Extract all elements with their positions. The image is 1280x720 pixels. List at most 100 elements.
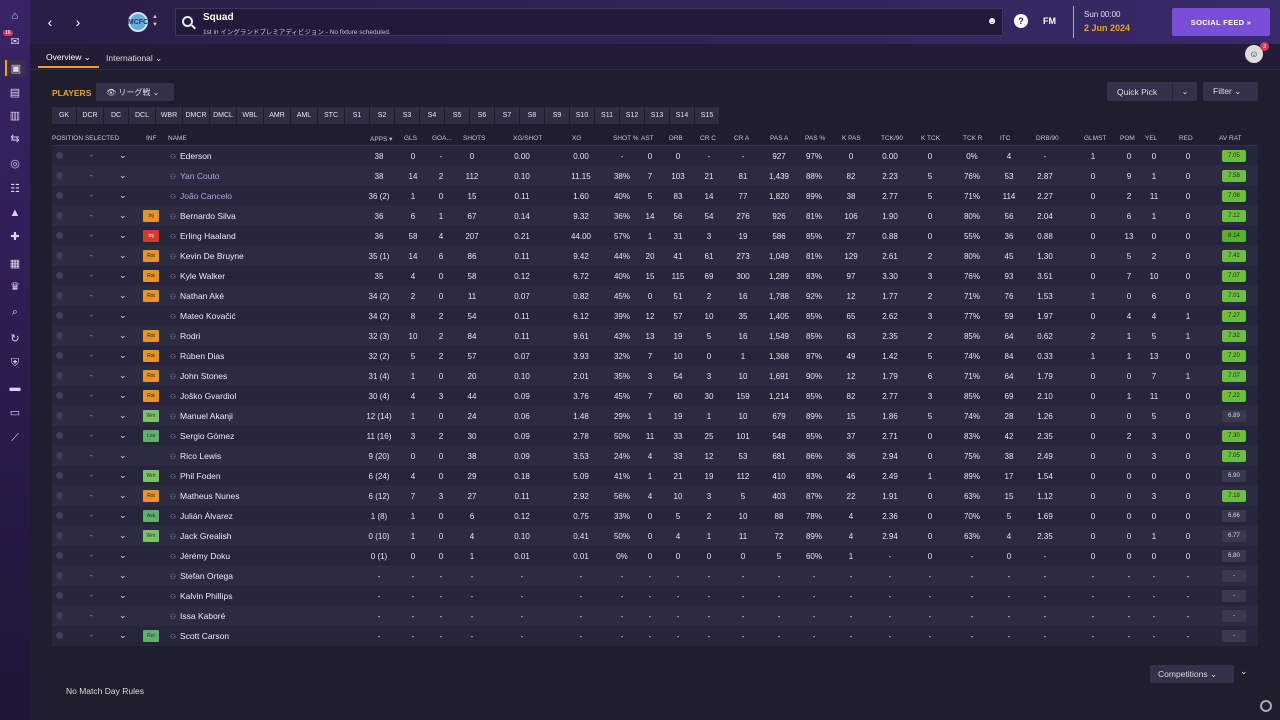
position-selected[interactable]: -	[90, 251, 93, 260]
header-drb[interactable]: DRB	[669, 135, 683, 142]
position-filter-dcl[interactable]: DCL	[129, 107, 155, 124]
table-row[interactable]: - ⌄ ⚇ Mateo Kovačić 34 (2) 8 2 54 0.11 6.12 39% 12 5…	[52, 306, 1258, 326]
player-name[interactable]: ⚇ Nathan Aké	[170, 291, 224, 301]
header-shot-pct[interactable]: SHOT %	[613, 135, 639, 142]
forward-icon[interactable]: ›	[68, 12, 88, 32]
position-filter-s6[interactable]: S6	[470, 107, 494, 124]
position-filter-dcr[interactable]: DCR	[77, 107, 103, 124]
position-filter-s5[interactable]: S5	[445, 107, 469, 124]
chevron-down-icon[interactable]: ⌄	[119, 190, 127, 201]
select-dot[interactable]	[56, 232, 63, 239]
chevron-down-icon[interactable]: ⌄	[119, 530, 127, 541]
position-selected[interactable]: -	[90, 391, 93, 400]
position-selected[interactable]: -	[90, 411, 93, 420]
position-filter-s7[interactable]: S7	[495, 107, 519, 124]
position-filter-aml[interactable]: AML	[291, 107, 317, 124]
table-row[interactable]: - ⌄ ⚇ Ederson 38 0 - 0 0.00 0.00 - 0 0 - - 927 97% 0 0.00 0…	[52, 146, 1258, 166]
position-selected[interactable]: -	[90, 491, 93, 500]
shield-icon[interactable]: ⛨	[5, 355, 25, 371]
table-row[interactable]: - ⌄ ⚇ João Cancelo 36 (2) 1 0 15 0.11 1.60 40% 5 83 1…	[52, 186, 1258, 206]
position-filter-wbl[interactable]: WBL	[237, 107, 263, 124]
position-selected[interactable]: -	[90, 611, 93, 620]
position-selected[interactable]: -	[90, 351, 93, 360]
select-dot[interactable]	[56, 612, 63, 619]
chevron-down-icon[interactable]: ⌄	[119, 330, 127, 341]
quick-pick-chevron-icon[interactable]: ⌄	[1172, 82, 1197, 101]
filter-button[interactable]: Filter ⌄	[1203, 82, 1258, 101]
player-name[interactable]: ⚇ Kalvin Phillips	[170, 591, 232, 601]
header-goa[interactable]: GOA...	[432, 135, 452, 142]
chevron-down-icon[interactable]: ⌄	[119, 510, 127, 521]
chevron-down-icon[interactable]: ⌄	[119, 610, 127, 621]
finance-icon[interactable]: ▬	[5, 380, 25, 396]
position-selected[interactable]: -	[90, 511, 93, 520]
chevron-down-icon[interactable]: ⌄	[119, 230, 127, 241]
chevron-down-icon[interactable]: ⌄	[1240, 666, 1248, 677]
help-icon[interactable]: ?	[1014, 14, 1028, 28]
select-dot[interactable]	[56, 292, 63, 299]
select-dot[interactable]	[56, 412, 63, 419]
select-dot[interactable]	[56, 432, 63, 439]
select-dot[interactable]	[56, 632, 63, 639]
header-xg[interactable]: XG	[572, 135, 581, 142]
player-name[interactable]: ⚇ Rúben Dias	[170, 351, 224, 361]
medical-icon[interactable]: ✚	[5, 228, 25, 244]
table-row[interactable]: - ⌄ Inj ⚇ Erling Haaland 36 58 4 207 0.21 44.00 57%…	[52, 226, 1258, 246]
header-inf[interactable]: INF	[146, 135, 156, 142]
table-row[interactable]: - ⌄ ⚇ Issa Kaboré - - - - - - - - - - - - - - - - - - - - - - - -	[52, 606, 1258, 626]
competitions-button[interactable]: Competitions ⌄	[1150, 665, 1234, 683]
chevron-down-icon[interactable]: ⌄	[119, 150, 127, 161]
select-dot[interactable]	[56, 152, 63, 159]
date-box[interactable]: Sun 00:00 2 Jun 2024	[1073, 6, 1163, 38]
chevron-down-icon[interactable]: ⌄	[119, 210, 127, 221]
player-name[interactable]: ⚇ Kyle Walker	[170, 271, 225, 281]
position-selected[interactable]: -	[90, 191, 93, 200]
position-filter-dc[interactable]: DC	[104, 107, 128, 124]
position-selected[interactable]: -	[90, 371, 93, 380]
chevron-down-icon[interactable]: ⌄	[119, 490, 127, 501]
table-row[interactable]: - ⌄ Loa ⚇ Sergio Gómez 11 (16) 3 2 30 0.09 2.78 50%…	[52, 426, 1258, 446]
select-dot[interactable]	[56, 512, 63, 519]
player-name[interactable]: ⚇ Julián Álvarez	[170, 511, 233, 521]
chevron-down-icon[interactable]: ⌄	[119, 430, 127, 441]
table-row[interactable]: - ⌄ ⚇ Rico Lewis 9 (20) 0 0 38 0.09 3.53 24% 4 33 12 5…	[52, 446, 1258, 466]
header-itc[interactable]: ITC	[1000, 135, 1010, 142]
position-selected[interactable]: -	[90, 171, 93, 180]
table-row[interactable]: - ⌄ Rst ⚇ Kevin De Bruyne 35 (1) 14 6 86 0.11 9.42…	[52, 246, 1258, 266]
chevron-down-icon[interactable]: ⌄	[119, 170, 127, 181]
table-row[interactable]: - ⌄ Rst ⚇ Rúben Dias 32 (2) 5 2 57 0.07 3.93 32% 7 10…	[52, 346, 1258, 366]
position-selected[interactable]: -	[90, 331, 93, 340]
header-k-tck[interactable]: K TCK	[921, 135, 940, 142]
select-dot[interactable]	[56, 392, 63, 399]
select-dot[interactable]	[56, 592, 63, 599]
position-selected[interactable]: -	[90, 531, 93, 540]
player-name[interactable]: ⚇ Rico Lewis	[170, 451, 221, 461]
position-filter-s10[interactable]: S10	[570, 107, 594, 124]
header-shots[interactable]: SHOTS	[463, 135, 485, 142]
player-name[interactable]: ⚇ Phil Foden	[170, 471, 221, 481]
tab-international[interactable]: International ⌄	[98, 48, 170, 68]
player-name[interactable]: ⚇ Yan Couto	[170, 171, 220, 181]
position-selected[interactable]: -	[90, 631, 93, 640]
search-box[interactable]: Squad 1st in イングランドプレミアディビジョン - No fixtu…	[175, 8, 1003, 36]
header-ast[interactable]: AST	[641, 135, 654, 142]
header-apps[interactable]: APPS ▾	[370, 135, 392, 143]
header-xg-shot[interactable]: XG/SHOT	[513, 135, 542, 142]
position-filter-s3[interactable]: S3	[395, 107, 419, 124]
social-feed-button[interactable]: SOCIAL FEED »	[1172, 8, 1270, 36]
select-dot[interactable]	[56, 272, 63, 279]
position-filter-s15[interactable]: S15	[695, 107, 719, 124]
fixtures-icon[interactable]: ▦	[5, 255, 25, 271]
table-row[interactable]: - ⌄ Ask ⚇ Julián Álvarez 1 (8) 1 0 6 0.12 0.75 33% 0…	[52, 506, 1258, 526]
back-icon[interactable]: ‹	[40, 12, 60, 32]
header-name[interactable]: NAME	[168, 135, 187, 142]
select-dot[interactable]	[56, 452, 63, 459]
position-filter-dmcr[interactable]: DMCR	[183, 107, 209, 124]
position-filter-gk[interactable]: GK	[52, 107, 76, 124]
position-selected[interactable]: -	[90, 571, 93, 580]
header-cr-a[interactable]: CR A	[734, 135, 749, 142]
select-dot[interactable]	[56, 212, 63, 219]
report-icon[interactable]: ▭	[5, 404, 25, 420]
club-switch-icon[interactable]: ▲ ▼	[152, 13, 158, 29]
position-filter-s4[interactable]: S4	[420, 107, 444, 124]
